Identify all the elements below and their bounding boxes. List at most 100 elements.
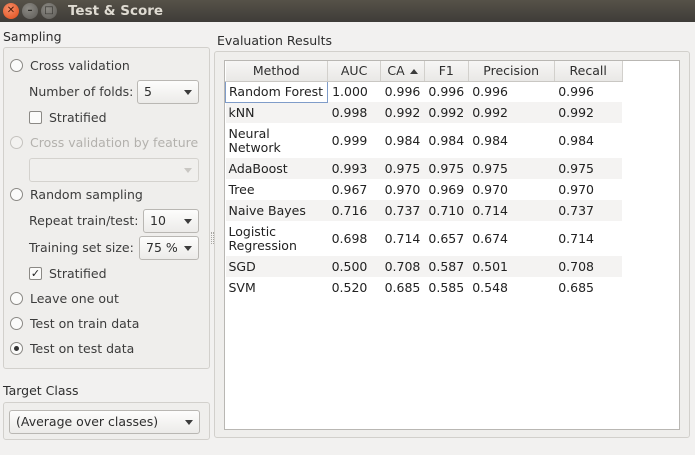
column-header-method[interactable]: Method: [225, 61, 329, 82]
ca-cell: 0.975: [380, 158, 425, 179]
test-on-test-option[interactable]: Test on test data: [10, 339, 200, 359]
table-row[interactable]: AdaBoost 0.993 0.975 0.975 0.975 0.975: [225, 158, 623, 179]
method-cell[interactable]: SVM: [226, 277, 328, 298]
leave-one-out-option[interactable]: Leave one out: [10, 289, 200, 309]
f1-cell: 0.657: [428, 231, 465, 246]
method-cell[interactable]: Random Forest: [224, 80, 329, 103]
target-class-combo[interactable]: (Average over classes): [9, 410, 200, 434]
ca-cell: 0.996: [384, 84, 421, 100]
table-row[interactable]: Tree 0.967 0.970 0.969 0.970 0.970: [226, 179, 623, 200]
minimize-icon[interactable]: –: [22, 3, 38, 19]
precision-cell: 0.674: [472, 231, 508, 246]
column-header-recall[interactable]: Recall: [554, 61, 623, 82]
recall-cell: 0.975: [554, 158, 623, 179]
test-on-train-label: Test on train data: [30, 316, 140, 331]
training-set-size-value: 75 %: [146, 240, 178, 255]
rs-stratified-option[interactable]: ✓ Stratified: [29, 264, 149, 284]
table-row[interactable]: SVM 0.520 0.685 0.585 0.548 0.685: [226, 277, 623, 298]
cv-feature-combo[interactable]: [29, 158, 199, 182]
test-on-train-option[interactable]: Test on train data: [10, 314, 200, 334]
table-row[interactable]: Naive Bayes 0.716 0.737 0.710 0.714 0.73…: [225, 200, 623, 221]
chevron-down-icon: [184, 246, 192, 251]
test-on-test-label: Test on test data: [30, 341, 135, 356]
table-row[interactable]: Random Forest 1.000 0.996 0.996 0.996 0.…: [224, 80, 623, 103]
method-cell[interactable]: AdaBoost: [225, 158, 328, 179]
method-cell[interactable]: Logistic Regression: [226, 221, 328, 256]
cross-validation-label: Cross validation: [30, 58, 130, 73]
random-sampling-option[interactable]: Random sampling: [10, 185, 200, 205]
f1-cell: 0.996: [428, 84, 465, 100]
precision-cell: 0.714: [468, 200, 555, 221]
recall-cell: 0.996: [558, 84, 594, 100]
leave-one-out-label: Leave one out: [30, 291, 119, 306]
results-table[interactable]: Method AUC CA F1 Precision Recall Random…: [224, 60, 680, 430]
table-row[interactable]: Logistic Regression 0.698 0.714 0.657 0.…: [226, 221, 623, 256]
cross-validation-radio[interactable]: [10, 59, 23, 72]
cv-stratified-option[interactable]: Stratified: [29, 108, 149, 128]
column-header-label: F1: [438, 63, 454, 79]
test-on-test-radio[interactable]: [10, 342, 23, 355]
auc-cell: 0.716: [327, 200, 381, 221]
table-row[interactable]: kNN 0.998 0.992 0.992 0.992 0.992: [225, 102, 623, 123]
repeat-train-test-label: Repeat train/test:: [29, 213, 139, 228]
evaluation-results-title: Evaluation Results: [217, 33, 333, 48]
f1-cell: 0.984: [428, 133, 465, 148]
table-row[interactable]: Neural Network 0.999 0.984 0.984 0.984 0…: [226, 123, 623, 158]
sampling-title: Sampling: [3, 29, 62, 44]
cv-by-feature-radio[interactable]: [10, 136, 23, 149]
column-header-f1[interactable]: F1: [424, 61, 469, 82]
cross-validation-option[interactable]: Cross validation: [10, 56, 200, 76]
table-row[interactable]: SGD 0.500 0.708 0.587 0.501 0.708: [225, 256, 623, 277]
auc-cell: 0.520: [331, 280, 368, 295]
method-cell[interactable]: Neural Network: [226, 123, 328, 158]
method-cell[interactable]: SGD: [225, 256, 328, 277]
window-title: Test & Score: [68, 3, 164, 19]
precision-cell: 0.975: [468, 158, 555, 179]
auc-cell: 0.500: [327, 256, 381, 277]
close-icon[interactable]: ✕: [3, 3, 19, 19]
recall-cell: 0.708: [554, 256, 623, 277]
method-cell[interactable]: Tree: [226, 179, 328, 200]
chevron-down-icon: [184, 168, 192, 173]
training-set-size-label: Training set size:: [29, 240, 134, 255]
f1-cell: 0.969: [428, 182, 465, 197]
leave-one-out-radio[interactable]: [10, 292, 23, 305]
sort-ascending-icon: [409, 69, 418, 75]
chevron-down-icon: [185, 420, 193, 425]
cv-by-feature-label: Cross validation by feature: [30, 135, 199, 150]
target-class-title: Target Class: [3, 383, 79, 398]
number-of-folds-combo[interactable]: 5: [137, 80, 199, 104]
ca-cell: 0.714: [384, 231, 421, 246]
column-header-ca[interactable]: CA: [380, 61, 425, 82]
cv-stratified-label: Stratified: [49, 110, 107, 125]
f1-cell: 0.975: [424, 158, 469, 179]
chevron-down-icon: [184, 90, 192, 95]
cv-by-feature-option[interactable]: Cross validation by feature: [10, 133, 205, 153]
column-header-auc[interactable]: AUC: [327, 61, 382, 82]
ca-cell: 0.708: [380, 256, 425, 277]
random-sampling-radio[interactable]: [10, 188, 23, 201]
training-set-size-combo[interactable]: 75 %: [139, 236, 199, 260]
auc-cell: 0.999: [331, 133, 368, 148]
rs-stratified-checkbox[interactable]: ✓: [29, 267, 42, 280]
recall-cell: 0.737: [554, 200, 623, 221]
column-header-precision[interactable]: Precision: [468, 61, 555, 82]
precision-cell: 0.548: [472, 280, 508, 295]
precision-cell: 0.996: [472, 84, 508, 100]
test-on-train-radio[interactable]: [10, 317, 23, 330]
recall-cell: 0.685: [558, 280, 594, 295]
repeat-train-test-combo[interactable]: 10: [143, 209, 199, 233]
number-of-folds-label: Number of folds:: [29, 84, 134, 99]
column-header-label: CA: [387, 63, 405, 79]
repeat-train-test-value: 10: [150, 213, 166, 228]
f1-cell: 0.585: [428, 280, 465, 295]
maximize-icon[interactable]: □: [41, 3, 57, 19]
chevron-down-icon: [184, 219, 192, 224]
precision-cell: 0.992: [468, 102, 555, 123]
cv-stratified-checkbox[interactable]: [29, 111, 42, 124]
method-cell[interactable]: kNN: [225, 102, 328, 123]
ca-cell: 0.737: [380, 200, 425, 221]
auc-cell: 0.993: [327, 158, 381, 179]
method-cell[interactable]: Naive Bayes: [225, 200, 328, 221]
number-of-folds-value: 5: [144, 84, 152, 99]
